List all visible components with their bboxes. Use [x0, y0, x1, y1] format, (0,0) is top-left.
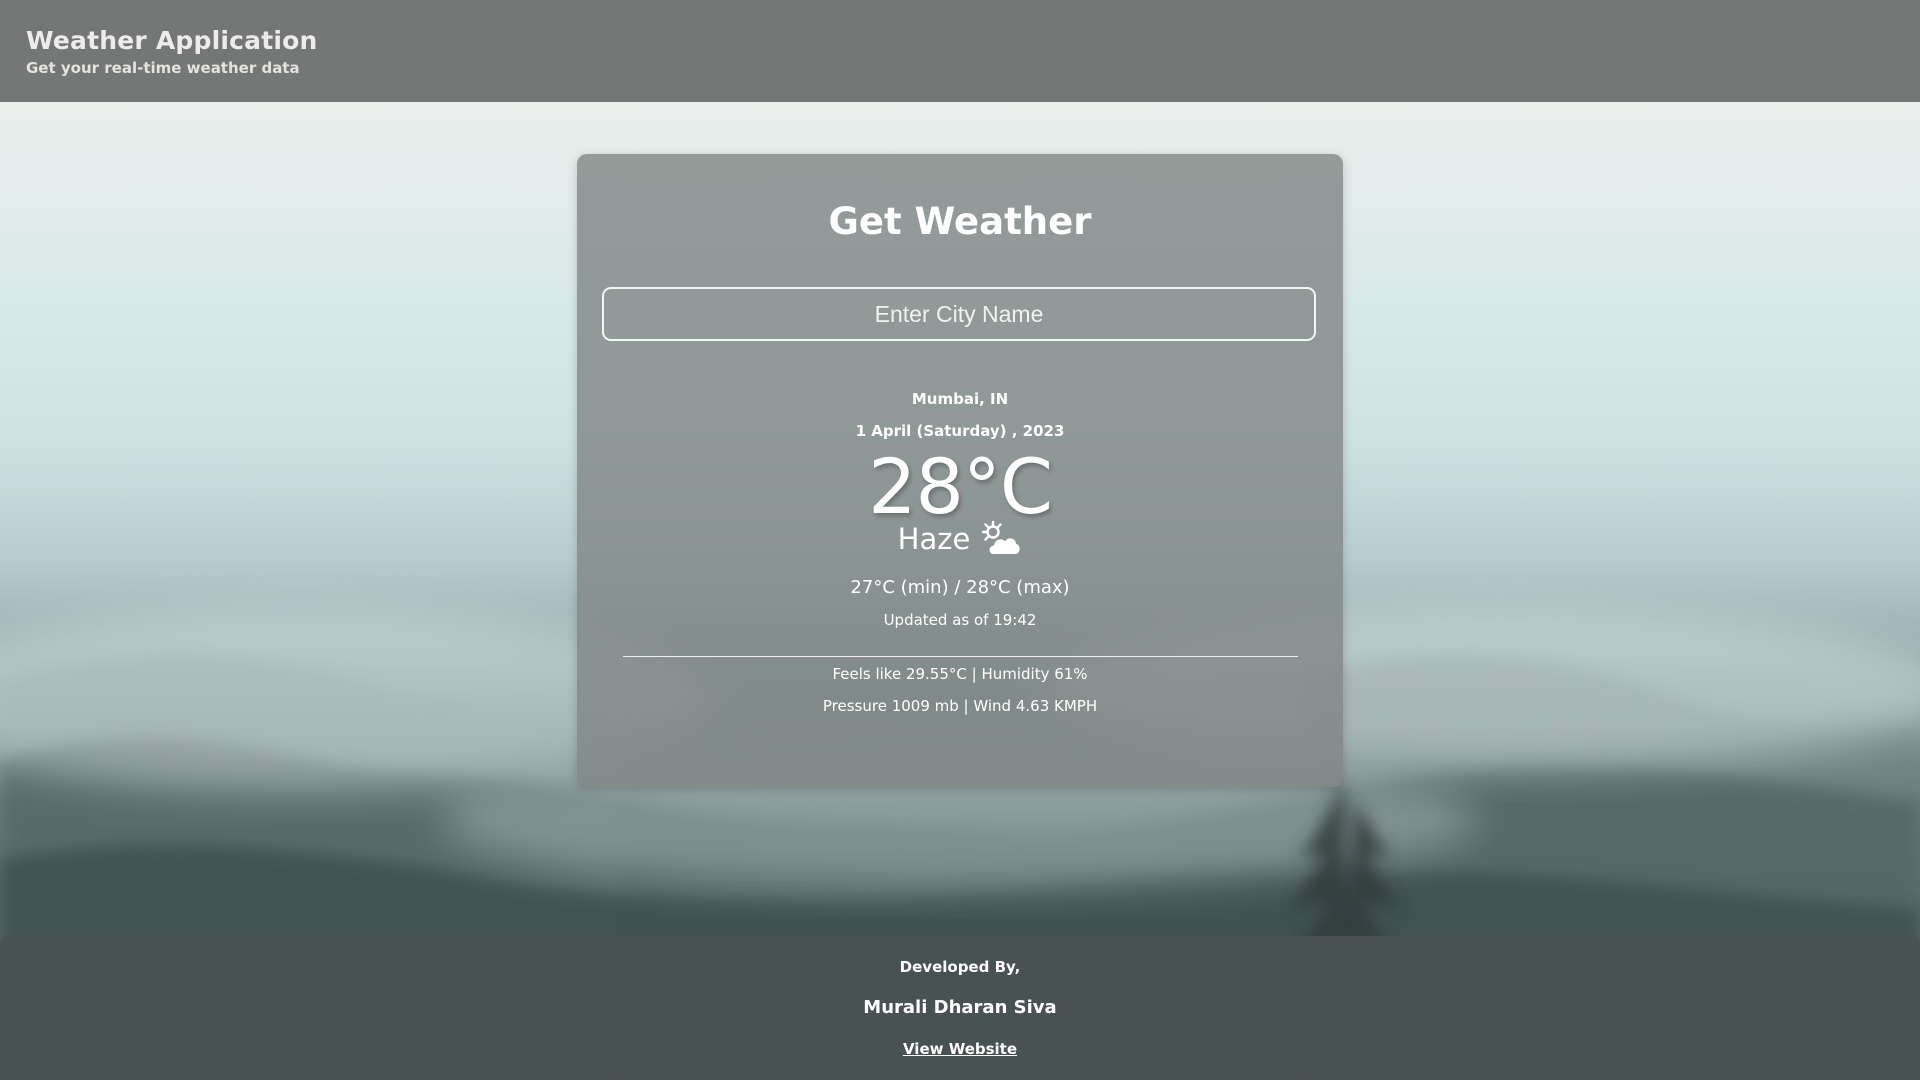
- app-header: Weather Application Get your real-time w…: [0, 0, 1920, 102]
- haze-sun-cloud-icon: [980, 520, 1022, 558]
- developer-name: Murali Dharan Siva: [863, 997, 1057, 1018]
- pressure-wind: Pressure 1009 mb | Wind 4.63 KMPH: [822, 697, 1098, 715]
- app-title: Weather Application: [26, 26, 318, 55]
- min-max-temperature: 27°C (min) / 28°C (max): [850, 577, 1070, 598]
- weather-card: Get Weather Mumbai, IN 1 April (Saturday…: [577, 154, 1343, 787]
- feels-like-humidity: Feels like 29.55°C | Humidity 61%: [832, 665, 1088, 683]
- app-subtitle: Get your real-time weather data: [26, 59, 300, 77]
- current-temperature: 28°C: [868, 442, 1053, 531]
- app-footer: Developed By, Murali Dharan Siva View We…: [0, 936, 1920, 1080]
- weather-condition: Haze: [897, 522, 971, 556]
- view-website-wrapper: View Website: [0, 1040, 1920, 1058]
- city-search-input[interactable]: [602, 287, 1316, 341]
- card-heading: Get Weather: [828, 200, 1092, 243]
- view-website-link[interactable]: View Website: [903, 1040, 1017, 1058]
- divider: [623, 656, 1298, 657]
- location-label: Mumbai, IN: [911, 390, 1009, 408]
- developed-by-label: Developed By,: [899, 958, 1021, 976]
- date-label: 1 April (Saturday) , 2023: [855, 422, 1065, 440]
- condition-row: Haze: [577, 520, 1343, 558]
- updated-time: Updated as of 19:42: [883, 611, 1037, 629]
